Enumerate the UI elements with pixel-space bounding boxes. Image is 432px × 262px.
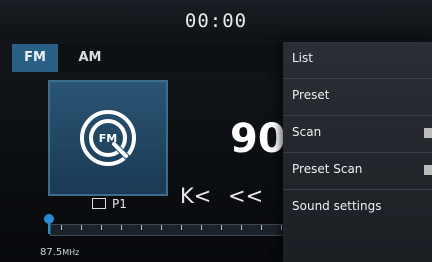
dial-tick xyxy=(121,225,122,230)
preset-label: P1 xyxy=(92,197,127,211)
menu-item-label: Sound settings xyxy=(292,199,382,213)
seek-back-button[interactable]: K< xyxy=(180,184,211,208)
dial-tick xyxy=(281,225,282,230)
menu-item-label: Preset xyxy=(292,88,330,102)
dial-tick xyxy=(101,225,102,230)
preset-icon xyxy=(92,198,106,209)
radio-screen: 00:00 FM AM FM 90 P1 K< << 87.5MHz List … xyxy=(0,0,432,262)
menu-item-preset[interactable]: Preset xyxy=(283,79,432,116)
options-menu: List Preset Scan Preset Scan Sound setti… xyxy=(283,42,432,262)
menu-item-label: Preset Scan xyxy=(292,162,363,176)
dial-marker-stem xyxy=(48,222,50,234)
dial-tick xyxy=(181,225,182,230)
dial-tick xyxy=(161,225,162,230)
preset-number: P1 xyxy=(112,197,127,211)
logo-text: FM xyxy=(99,132,117,145)
menu-item-scan[interactable]: Scan xyxy=(283,116,432,153)
dial-start-value: 87.5 xyxy=(40,247,63,258)
scan-toggle[interactable] xyxy=(424,128,432,138)
frequency-dial[interactable] xyxy=(50,224,292,236)
preset-scan-toggle[interactable] xyxy=(424,165,432,175)
dial-tick xyxy=(261,225,262,230)
station-artwork: FM xyxy=(48,80,168,196)
menu-item-label: List xyxy=(292,51,313,65)
status-bar: 00:00 xyxy=(0,0,432,40)
frequency-display: 90 xyxy=(230,116,286,162)
dial-tick xyxy=(81,225,82,230)
dial-tick xyxy=(241,225,242,230)
menu-item-list[interactable]: List xyxy=(283,42,432,79)
menu-item-preset-scan[interactable]: Preset Scan xyxy=(283,153,432,190)
dial-tick xyxy=(201,225,202,230)
menu-item-sound-settings[interactable]: Sound settings xyxy=(283,190,432,226)
tab-am[interactable]: AM xyxy=(70,44,110,72)
clock: 00:00 xyxy=(184,10,248,32)
tune-back-button[interactable]: << xyxy=(228,184,263,208)
dial-start-label: 87.5MHz xyxy=(40,247,79,258)
dial-unit: MHz xyxy=(62,248,80,257)
dial-tick xyxy=(61,225,62,230)
dial-tick xyxy=(141,225,142,230)
menu-item-label: Scan xyxy=(292,125,322,139)
dial-tick xyxy=(221,225,222,230)
tab-fm[interactable]: FM xyxy=(12,44,58,72)
fm-radio-icon: FM xyxy=(80,110,136,166)
